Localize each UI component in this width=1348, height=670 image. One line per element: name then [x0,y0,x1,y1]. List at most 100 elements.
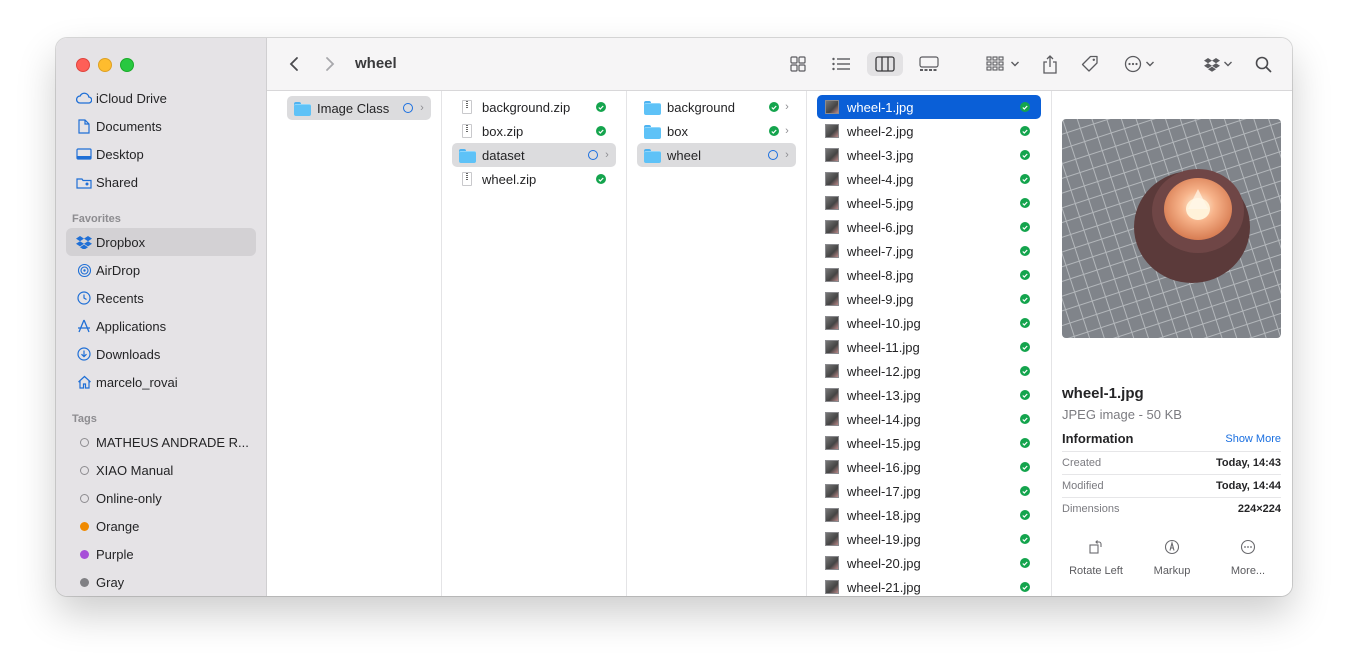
list-item[interactable]: box.zip [452,119,612,143]
file-row[interactable]: wheel-13.jpg [817,383,1041,407]
list-item[interactable]: background › [637,95,796,119]
list-item[interactable]: background.zip [452,95,612,119]
folder-icon [643,123,661,139]
file-row[interactable]: wheel-12.jpg [817,359,1041,383]
search-icon [1255,56,1271,72]
file-row[interactable]: wheel-15.jpg [817,431,1041,455]
sidebar-item-recents[interactable]: Recents [66,284,256,312]
sidebar-item-icloud-drive[interactable]: iCloud Drive [66,84,256,112]
list-icon [832,57,850,71]
sidebar-tag-xiao-manual[interactable]: XIAO Manual [66,456,256,484]
minimize-window-button[interactable] [98,58,112,72]
file-row[interactable]: wheel-7.jpg [817,239,1041,263]
image-file-icon [823,243,841,259]
action-menu-button[interactable] [1121,52,1157,76]
file-row[interactable]: wheel-20.jpg [817,551,1041,575]
sidebar-item-downloads[interactable]: Downloads [66,340,256,368]
column-1[interactable]: Image Class › [277,91,442,596]
sidebar: iCloud Drive Documents Desktop Shared Fa… [56,38,267,596]
image-file-icon [823,363,841,379]
file-row[interactable]: wheel-21.jpg [817,575,1041,596]
document-icon [74,118,94,134]
share-button[interactable] [1039,52,1061,76]
sidebar-item-label: XIAO Manual [96,462,174,478]
rotate-left-button[interactable]: Rotate Left [1061,535,1131,577]
sidebar-tag-orange[interactable]: Orange [66,512,256,540]
show-more-link[interactable]: Show More [1225,433,1281,445]
back-button[interactable] [285,52,303,76]
file-row[interactable]: wheel-16.jpg [817,455,1041,479]
sidebar-item-applications[interactable]: Applications [66,312,256,340]
file-row[interactable]: wheel-5.jpg [817,191,1041,215]
column-2[interactable]: background.zip box.zip dataset › wheel.z… [442,91,627,596]
rotate-left-icon [1089,540,1102,554]
syncing-icon [768,150,778,160]
file-row[interactable]: wheel-10.jpg [817,311,1041,335]
file-row[interactable]: wheel-17.jpg [817,479,1041,503]
synced-check-icon [596,102,606,112]
file-row[interactable]: wheel-4.jpg [817,167,1041,191]
column-4-file-list[interactable]: wheel-1.jpg wheel-2.jpg wheel-3.jpg wheel-4… [807,91,1052,596]
item-name: wheel-10.jpg [847,315,921,331]
file-row[interactable]: wheel-8.jpg [817,263,1041,287]
tag-button[interactable] [1079,52,1101,76]
list-item[interactable]: Image Class › [287,96,431,120]
file-row[interactable]: wheel-1.jpg [817,95,1041,119]
file-row[interactable]: wheel-2.jpg [817,119,1041,143]
sidebar-list[interactable]: iCloud Drive Documents Desktop Shared Fa… [56,90,266,596]
sidebar-tag-online-only[interactable]: Online-only [66,484,256,512]
sidebar-tag-purple[interactable]: Purple [66,540,256,568]
file-row[interactable]: wheel-19.jpg [817,527,1041,551]
folder-icon [643,147,661,163]
sidebar-item-documents[interactable]: Documents [66,112,256,140]
sidebar-tag-matheus[interactable]: MATHEUS ANDRADE R... [66,428,256,456]
sidebar-item-desktop[interactable]: Desktop [66,140,256,168]
item-name: wheel-14.jpg [847,411,921,427]
tag-dot-icon [74,577,94,587]
gallery-view-button[interactable] [912,52,946,76]
sidebar-item-label: Applications [96,318,167,334]
info-value: Today, 14:44 [1215,480,1281,492]
file-row[interactable]: wheel-6.jpg [817,215,1041,239]
dropbox-menu-button[interactable] [1200,52,1236,76]
markup-button[interactable]: Markup [1137,535,1207,577]
sidebar-item-label: iCloud Drive [96,90,167,106]
forward-button[interactable] [321,52,339,76]
sidebar-item-airdrop[interactable]: AirDrop [66,256,256,284]
image-file-icon [823,411,841,427]
list-view-button[interactable] [827,52,855,76]
chevron-right-icon: › [605,149,609,161]
chevron-right-icon: › [785,125,789,137]
group-by-button[interactable] [983,52,1023,76]
image-file-icon [823,507,841,523]
list-item[interactable]: wheel.zip [452,167,612,191]
more-actions-button[interactable]: More... [1213,535,1283,577]
file-row[interactable]: wheel-11.jpg [817,335,1041,359]
icon-view-button[interactable] [785,52,811,76]
sidebar-item-label: Orange [96,518,140,534]
item-name: wheel-6.jpg [847,219,914,235]
file-row[interactable]: wheel-9.jpg [817,287,1041,311]
image-file-icon [823,483,841,499]
zoom-window-button[interactable] [120,58,134,72]
image-file-icon [823,315,841,331]
search-button[interactable] [1252,52,1274,76]
sidebar-tag-gray[interactable]: Gray [66,568,256,596]
item-name: wheel-2.jpg [847,123,914,139]
list-item[interactable]: dataset › [452,143,616,167]
tag-ring-icon [74,493,94,503]
file-row[interactable]: wheel-14.jpg [817,407,1041,431]
file-row[interactable]: wheel-18.jpg [817,503,1041,527]
info-row-created: Created Today, 14:43 [1062,451,1281,474]
list-item[interactable]: wheel › [637,143,796,167]
sidebar-item-home[interactable]: marcelo_rovai [66,368,256,396]
list-item[interactable]: box › [637,119,796,143]
column-3[interactable]: background › box › wheel › [627,91,807,596]
file-row[interactable]: wheel-3.jpg [817,143,1041,167]
sidebar-item-dropbox[interactable]: Dropbox [66,228,256,256]
home-icon [74,375,94,389]
info-key: Modified [1062,480,1104,492]
column-view-button[interactable] [867,52,903,76]
close-window-button[interactable] [76,58,90,72]
sidebar-item-shared[interactable]: Shared [66,168,256,196]
